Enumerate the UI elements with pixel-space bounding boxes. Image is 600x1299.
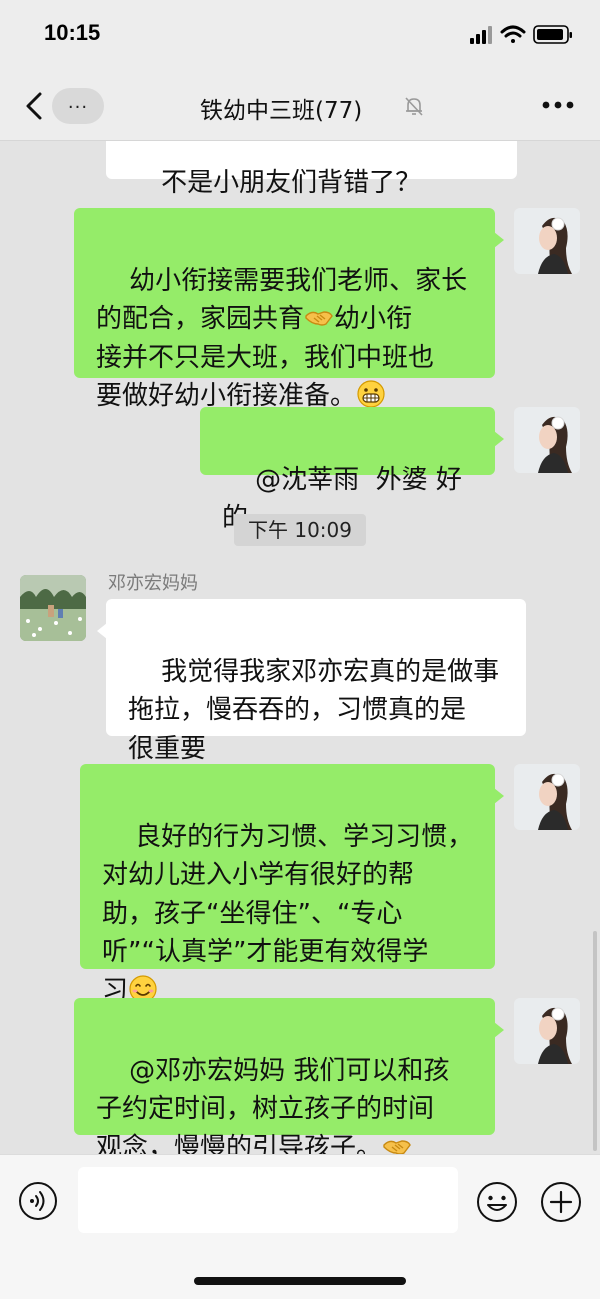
chevron-left-icon[interactable] (20, 86, 50, 126)
wifi-icon (500, 25, 526, 43)
bell-slash-icon (405, 97, 423, 116)
home-indicator (194, 1277, 406, 1285)
chat-area[interactable]: 不是小朋友们背错了？ 幼小衔接需要我们老师、家长 的配合，家园共育 幼小衔 接并… (0, 141, 600, 1154)
message-bubble-own[interactable]: 良好的行为习惯、学习习惯， 对幼儿进入小学有很好的帮 助，孩子“坐得住”、“专心… (80, 764, 504, 1006)
handshake-emoji (305, 311, 333, 326)
voice-icon[interactable] (18, 1181, 58, 1221)
message-text: 我觉得我家邓亦宏真的是做事 拖拉，慢吞吞的，习惯真的是 很重要 (128, 656, 500, 764)
status-bar: 10:15 (0, 0, 600, 72)
avatar[interactable] (20, 575, 86, 641)
message-bubble-other[interactable]: 不是小朋友们背错了？ (106, 141, 517, 198)
avatar[interactable] (514, 764, 580, 830)
battery-icon (533, 25, 572, 44)
status-icons (470, 25, 572, 44)
scrollbar[interactable] (593, 931, 597, 1151)
grin-emoji (357, 380, 385, 408)
message-bubble-own[interactable]: @沈莘雨 外婆 好的 (200, 407, 504, 533)
more-pill-button[interactable]: ... (52, 88, 104, 124)
avatar[interactable] (514, 208, 580, 274)
more-pill-label: ... (67, 92, 89, 113)
plus-icon[interactable] (540, 1181, 582, 1223)
signal-icon (470, 26, 492, 44)
message-bubble-other[interactable]: 我觉得我家邓亦宏真的是做事 拖拉，慢吞吞的，习惯真的是 很重要 (97, 599, 526, 764)
input-bar (0, 1154, 600, 1299)
message-bubble-own[interactable]: 幼小衔接需要我们老师、家长 的配合，家园共育 幼小衔 接并不只是大班，我们中班也… (74, 208, 504, 411)
sender-name: 邓亦宏妈妈 (108, 573, 198, 594)
more-dots-icon[interactable] (542, 100, 574, 110)
message-input[interactable] (78, 1167, 458, 1233)
message-bubble-own[interactable]: @邓亦宏妈妈 我们可以和孩 子约定时间，树立孩子的时间 观念，慢慢的引导孩子。 (74, 998, 504, 1154)
smile-icon[interactable] (476, 1181, 518, 1223)
status-time: 10:15 (44, 20, 101, 45)
timestamp-chip: 下午 10:09 (234, 514, 366, 546)
avatar[interactable] (514, 998, 580, 1064)
chat-header: ... 铁幼中三班(77) (0, 72, 600, 141)
group-title: 铁幼中三班(77) (200, 98, 363, 124)
avatar[interactable] (514, 407, 580, 473)
message-text: 不是小朋友们背错了？ (161, 167, 422, 198)
handshake-emoji (383, 1139, 411, 1154)
